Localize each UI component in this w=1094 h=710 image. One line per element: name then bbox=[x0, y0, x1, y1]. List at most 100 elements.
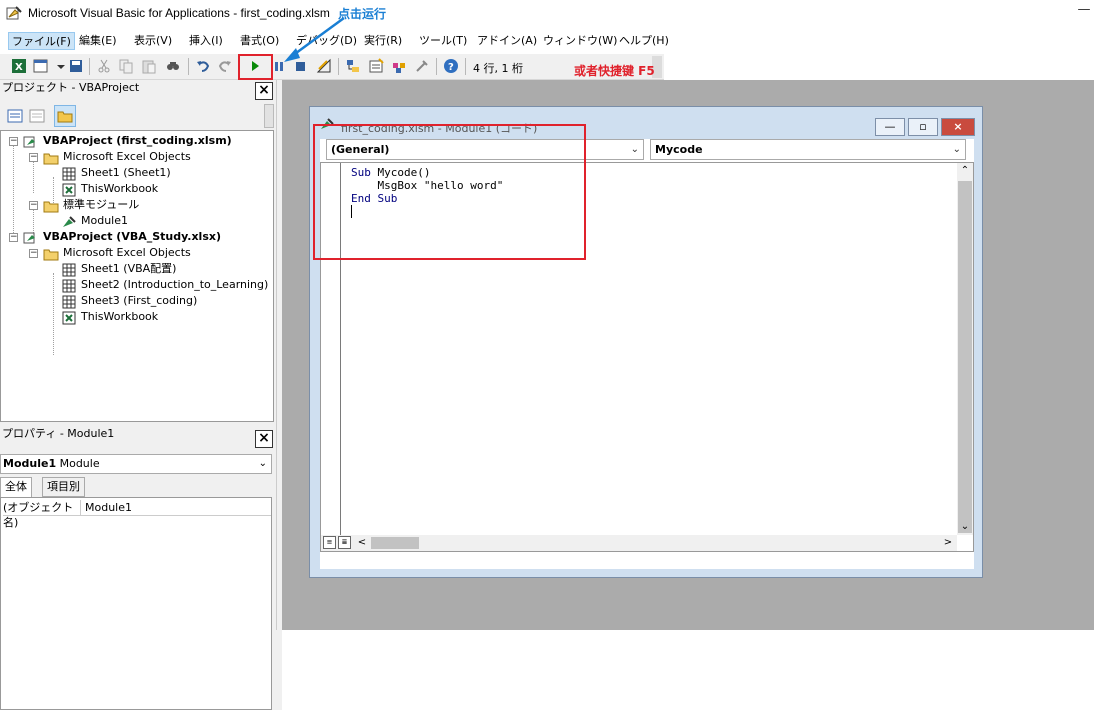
chevron-down-icon[interactable]: ⌄ bbox=[631, 140, 639, 159]
menu-help[interactable]: ヘルプ(H) bbox=[616, 32, 672, 50]
tree-item-sheet3[interactable]: Sheet3 (First_coding) bbox=[81, 293, 197, 309]
tree-item-sheet2[interactable]: Sheet2 (Introduction_to_Learning) bbox=[81, 277, 268, 293]
excel-icon[interactable]: X bbox=[10, 57, 28, 75]
procedure-combo-value: Mycode bbox=[655, 143, 703, 156]
chevron-down-icon[interactable]: ⌄ bbox=[953, 140, 961, 159]
menu-window[interactable]: ウィンドウ(W) bbox=[540, 32, 620, 50]
title-bar: Microsoft Visual Basic for Applications … bbox=[0, 0, 1094, 28]
tab-categorized[interactable]: 項目別 bbox=[42, 477, 85, 497]
menu-addins[interactable]: アドイン(A) bbox=[474, 32, 540, 50]
redo-icon[interactable] bbox=[216, 57, 234, 75]
horizontal-scrollbar[interactable]: ≡ ≣ < > bbox=[321, 535, 957, 551]
workbook-icon bbox=[61, 183, 77, 197]
window-minimize-button[interactable]: — bbox=[1074, 2, 1094, 22]
project-tree: − VBAProject (first_coding.xlsm) − Micro… bbox=[0, 130, 274, 422]
tree-item-vbaproject-first-coding[interactable]: VBAProject (first_coding.xlsm) bbox=[43, 133, 232, 149]
paste-icon[interactable] bbox=[140, 57, 158, 75]
project-panel-toolbar bbox=[0, 102, 276, 130]
tree-collapse-toggle[interactable]: − bbox=[29, 249, 38, 258]
left-docked-area: プロジェクト - VBAProject × − VBAProject (firs… bbox=[0, 80, 282, 710]
sheet-icon bbox=[61, 295, 77, 309]
object-browser-icon[interactable] bbox=[390, 57, 408, 75]
tree-item-excel-objects-2[interactable]: Microsoft Excel Objects bbox=[63, 245, 191, 261]
tree-item-module1[interactable]: Module1 bbox=[81, 213, 128, 229]
procedure-view-icon[interactable]: ≡ bbox=[323, 536, 336, 549]
run-button-highlight bbox=[238, 54, 273, 80]
properties-object-name: Module1 bbox=[3, 457, 57, 470]
tree-item-sheet1-vba[interactable]: Sheet1 (VBA配置) bbox=[81, 261, 176, 277]
sheet-icon bbox=[61, 167, 77, 181]
properties-panel-close-button[interactable]: × bbox=[255, 430, 273, 448]
sheet-icon bbox=[61, 279, 77, 293]
project-panel-close-button[interactable]: × bbox=[255, 82, 273, 100]
folder-open-icon bbox=[43, 247, 59, 261]
chevron-down-icon[interactable]: ⌄ bbox=[259, 455, 267, 473]
properties-icon[interactable] bbox=[367, 57, 385, 75]
properties-object-select[interactable]: Module1 Module ⌄ bbox=[0, 454, 272, 474]
module-icon bbox=[61, 215, 77, 229]
copy-icon[interactable] bbox=[117, 57, 135, 75]
scroll-right-icon[interactable]: > bbox=[941, 535, 955, 551]
code-highlight-box bbox=[313, 124, 586, 260]
tree-line bbox=[13, 145, 14, 241]
scroll-thumb[interactable] bbox=[371, 537, 419, 549]
tree-collapse-toggle[interactable]: − bbox=[9, 233, 18, 242]
toolbar-separator bbox=[89, 58, 90, 75]
menu-insert[interactable]: 挿入(I) bbox=[186, 32, 226, 50]
menu-bar: ファイル(F) 編集(E) 表示(V) 挿入(I) 書式(O) デバッグ(D) … bbox=[0, 30, 1094, 52]
help-icon[interactable]: ? bbox=[442, 57, 460, 75]
view-code-icon[interactable] bbox=[6, 107, 24, 125]
tree-line bbox=[53, 273, 54, 355]
property-name: (オブジェクト名) bbox=[3, 500, 81, 529]
toolbox-icon[interactable] bbox=[413, 57, 431, 75]
menu-edit[interactable]: 編集(E) bbox=[76, 32, 120, 50]
vba-project-icon bbox=[23, 231, 39, 245]
menu-tools[interactable]: ツール(T) bbox=[416, 32, 470, 50]
code-window-minimize-button[interactable]: — bbox=[875, 118, 905, 136]
code-window-restore-button[interactable]: ▫ bbox=[908, 118, 938, 136]
scroll-thumb[interactable] bbox=[958, 181, 972, 533]
annotation-click-run: 点击运行 bbox=[338, 7, 387, 21]
tree-item-vbaproject-vba-study[interactable]: VBAProject (VBA_Study.xlsx) bbox=[43, 229, 221, 245]
property-row[interactable]: (オブジェクト名) Module1 bbox=[3, 500, 271, 529]
menu-view[interactable]: 表示(V) bbox=[131, 32, 175, 50]
svg-text:X: X bbox=[15, 62, 23, 73]
menu-run[interactable]: 実行(R) bbox=[361, 32, 405, 50]
tree-collapse-toggle[interactable]: − bbox=[29, 201, 38, 210]
toolbar-separator bbox=[436, 58, 437, 75]
tree-line bbox=[33, 161, 34, 193]
menu-file[interactable]: ファイル(F) bbox=[8, 32, 75, 50]
tree-collapse-toggle[interactable]: − bbox=[9, 137, 18, 146]
project-panel-title: プロジェクト - VBAProject bbox=[2, 81, 140, 94]
insert-userform-icon[interactable] bbox=[32, 57, 50, 75]
properties-panel-title: プロパティ - Module1 bbox=[2, 427, 115, 440]
tab-alphabetic[interactable]: 全体 bbox=[0, 477, 32, 497]
code-window-close-button[interactable]: × bbox=[941, 118, 975, 136]
vertical-scrollbar[interactable]: ⌃ ⌄ bbox=[957, 163, 973, 535]
tree-item-excel-objects[interactable]: Microsoft Excel Objects bbox=[63, 149, 191, 165]
scroll-up-icon[interactable]: ⌃ bbox=[957, 163, 973, 179]
tree-collapse-toggle[interactable]: − bbox=[29, 153, 38, 162]
save-icon[interactable] bbox=[67, 57, 85, 75]
properties-grid: (オブジェクト名) Module1 bbox=[0, 497, 272, 710]
scroll-down-icon[interactable]: ⌄ bbox=[957, 519, 973, 535]
toggle-folders-icon[interactable] bbox=[54, 105, 76, 127]
view-object-icon[interactable] bbox=[28, 107, 46, 125]
scroll-left-icon[interactable]: < bbox=[355, 535, 369, 551]
tree-item-standard-modules[interactable]: 標準モジュール bbox=[63, 197, 139, 213]
procedure-combo[interactable]: Mycode ⌄ bbox=[650, 139, 966, 160]
undo-icon[interactable] bbox=[194, 57, 212, 75]
vba-app-icon bbox=[6, 5, 22, 21]
tree-item-thisworkbook-2[interactable]: ThisWorkbook bbox=[81, 309, 158, 325]
property-value[interactable]: Module1 bbox=[85, 500, 132, 515]
cut-icon[interactable] bbox=[95, 57, 113, 75]
tree-item-thisworkbook[interactable]: ThisWorkbook bbox=[81, 181, 158, 197]
panel-toolbar-grip[interactable] bbox=[264, 104, 274, 128]
tree-item-sheet1[interactable]: Sheet1 (Sheet1) bbox=[81, 165, 171, 181]
find-icon[interactable] bbox=[164, 57, 182, 75]
properties-panel: プロパティ - Module1 × Module1 Module ⌄ 全体 項目… bbox=[0, 422, 282, 710]
folder-open-icon bbox=[43, 151, 59, 165]
vba-project-icon bbox=[23, 135, 39, 149]
view-mode-buttons: ≡ ≣ bbox=[321, 535, 353, 551]
full-module-view-icon[interactable]: ≣ bbox=[338, 536, 351, 549]
